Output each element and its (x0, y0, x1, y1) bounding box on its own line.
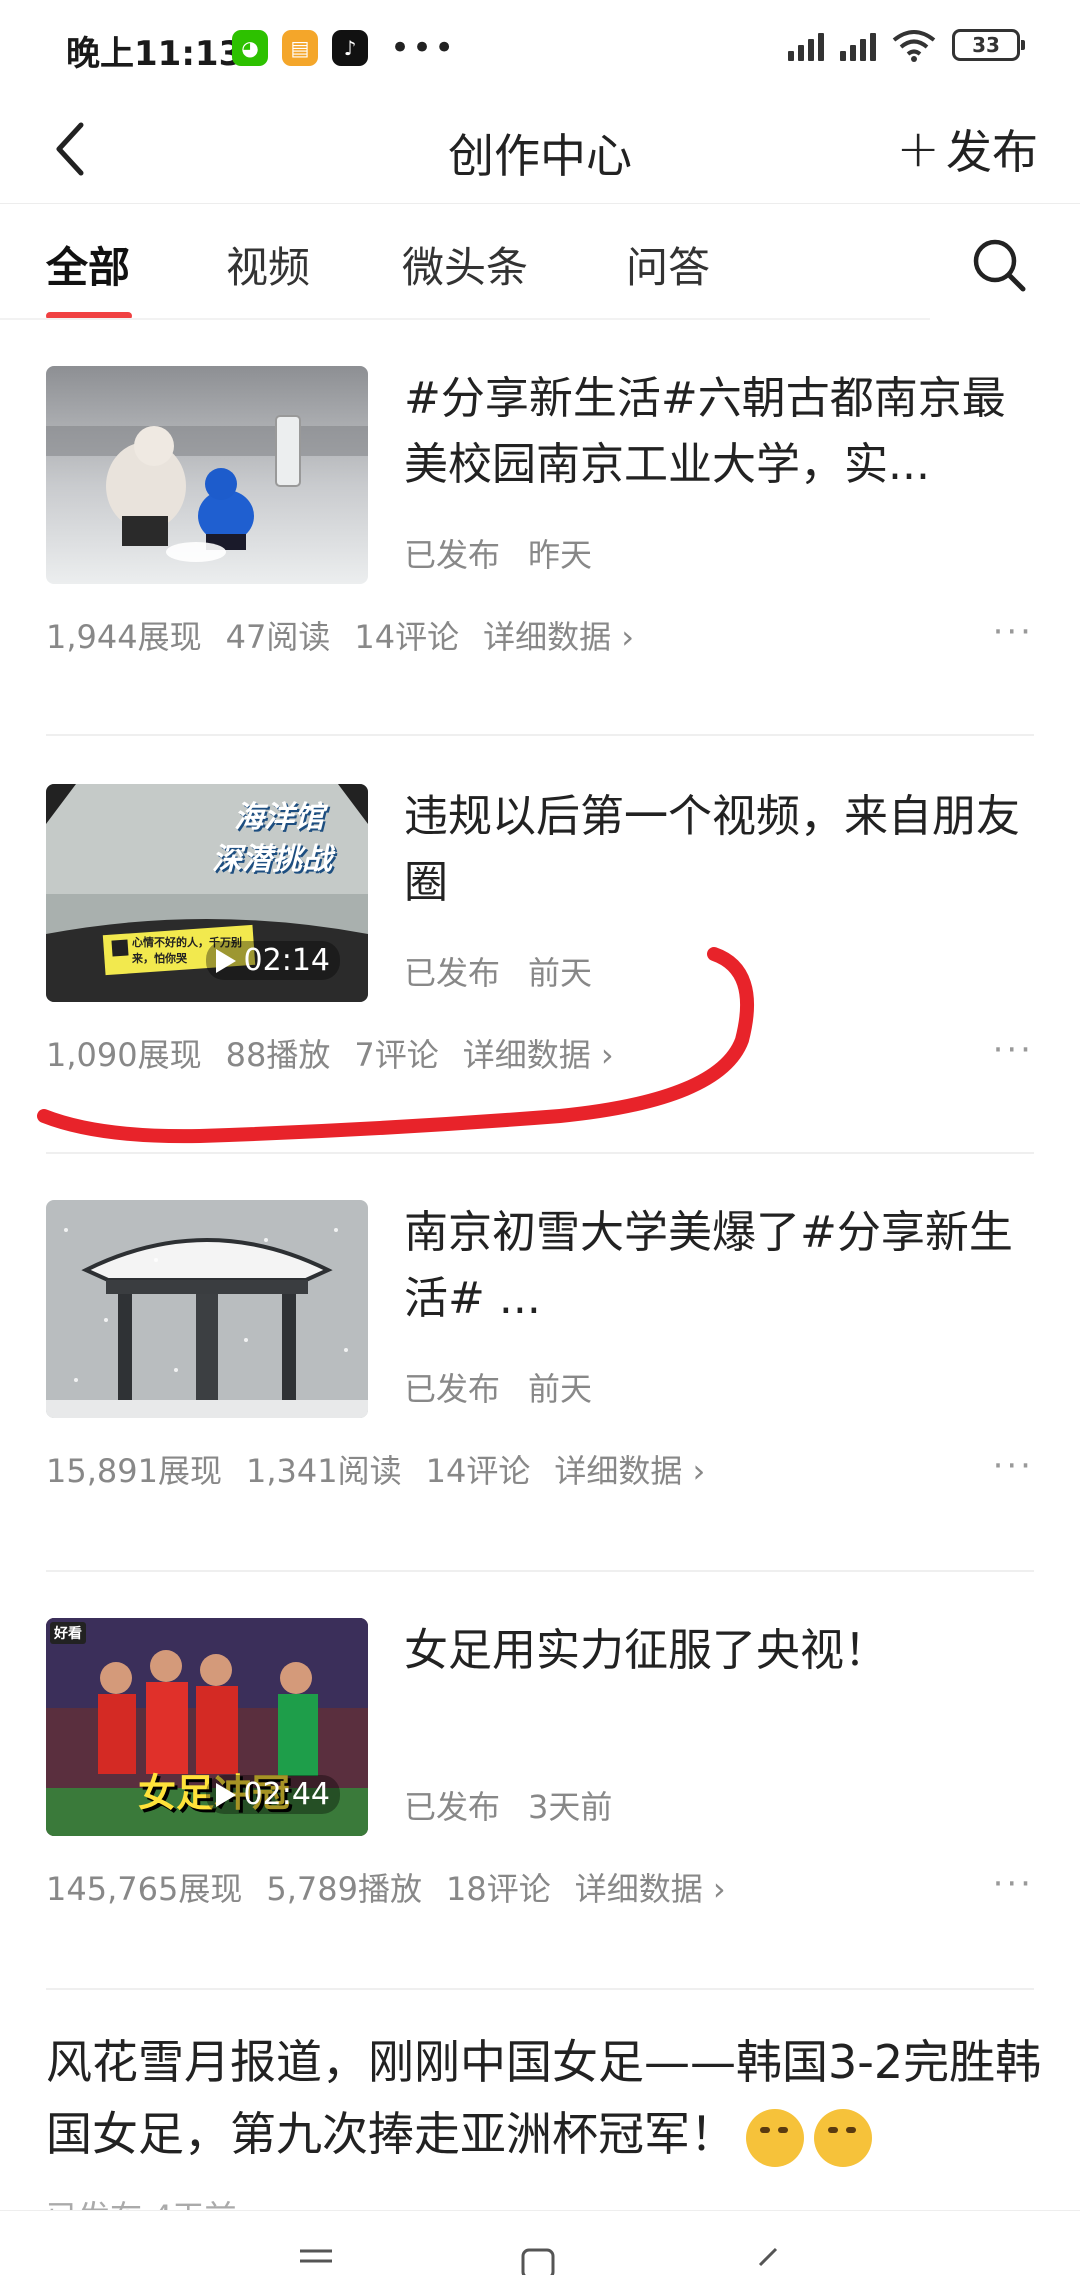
search-button[interactable] (966, 232, 1032, 298)
stat-impressions: 145,765展现 (46, 1870, 243, 1908)
tabs-divider (0, 318, 930, 320)
thumbnail-snow-pavilion[interactable] (46, 1200, 368, 1418)
tab-video[interactable]: 视频 (226, 234, 310, 295)
tab-qa[interactable]: 问答 (626, 234, 710, 295)
stat-comments: 14评论 (354, 618, 460, 656)
item-meta: 已发布 3天前 (404, 1782, 612, 1828)
publish-button[interactable]: + 发布 (896, 116, 1038, 182)
more-options-button[interactable]: ··· (993, 1864, 1034, 1904)
battery-icon: 33 (952, 29, 1025, 61)
status-right: 33 (788, 28, 1025, 62)
detail-data-link[interactable]: 详细数据 › (575, 1870, 726, 1908)
stat-comments: 14评论 (425, 1452, 531, 1490)
item-title[interactable]: #分享新生活#六朝古都南京最美校园南京工业大学，实... (404, 366, 1034, 498)
item-meta: 已发布 昨天 (404, 530, 592, 576)
system-navigation-bar (0, 2210, 1080, 2275)
more-options-button[interactable]: ··· (993, 1446, 1034, 1486)
signal-hd-icon (840, 29, 876, 61)
thinking-emoji-icon (746, 2108, 804, 2167)
stat-comments: 18评论 (445, 1870, 551, 1908)
thumb-overlay-line1: 海洋馆 (234, 800, 324, 835)
item-title[interactable]: 南京初雪大学美爆了#分享新生活# ... (404, 1200, 1034, 1332)
item-divider (46, 1152, 1034, 1154)
content-item-5[interactable]: 风花雪月报道，刚刚中国女足——韩国3-2完胜韩国女足，第九次捧走亚洲杯冠军！ (46, 2026, 1046, 2170)
item-divider (46, 1570, 1034, 1572)
stat-reads: 47阅读 (225, 618, 331, 656)
detail-data-link[interactable]: 详细数据 › (554, 1452, 705, 1490)
item-meta: 已发布 前天 (404, 1364, 592, 1410)
video-duration-badge: 02:44 (205, 1775, 340, 1814)
item-divider (46, 1988, 1034, 1990)
search-icon (973, 239, 1026, 292)
item-title[interactable]: 女足用实力征服了央视！ (404, 1618, 1034, 1684)
home-icon[interactable] (520, 2247, 556, 2275)
publish-status: 已发布 (404, 1788, 501, 1826)
stat-impressions: 1,944展现 (46, 618, 202, 656)
channel-logo: 好看 (50, 1622, 86, 1644)
video-duration: 02:44 (243, 1777, 330, 1812)
item-title[interactable]: 违规以后第一个视频，来自朋友圈 (404, 784, 1034, 916)
menu-icon[interactable] (298, 2247, 334, 2271)
publish-status: 已发布 (404, 1370, 501, 1408)
signal-icon (788, 29, 824, 61)
thinking-emoji-icon (814, 2108, 872, 2167)
tab-bar: 全部 视频 微头条 问答 (0, 204, 1080, 324)
stat-reads: 1,341阅读 (245, 1452, 402, 1490)
item-stats: 15,891展现 1,341阅读 14评论 详细数据 › (46, 1446, 729, 1492)
content-item-3[interactable]: 南京初雪大学美爆了#分享新生活# ... 已发布 前天 15,891展现 1,341… (46, 1200, 1034, 1500)
tab-all[interactable]: 全部 (46, 234, 130, 295)
red-annotation-stroke (37, 947, 755, 1144)
publish-time: 前天 (528, 1370, 593, 1408)
stat-plays: 5,789播放 (266, 1870, 422, 1908)
back-nav-icon[interactable] (752, 2247, 782, 2275)
plus-icon: + (896, 119, 940, 179)
tiktok-icon: ♪ (332, 30, 368, 66)
publish-time: 昨天 (528, 536, 593, 574)
item-stats: 145,765展现 5,789播放 18评论 详细数据 › (46, 1864, 750, 1910)
publish-status: 已发布 (404, 536, 501, 574)
content-item-4[interactable]: 好看 女足冲冠 02:44 女足用实力征服了央视！ 已发布 3天前 145,765… (46, 1618, 1034, 1918)
content-item-1[interactable]: #分享新生活#六朝古都南京最美校园南京工业大学，实... 已发布 昨天 1,944… (46, 366, 1034, 666)
more-options-button[interactable]: ··· (993, 1030, 1034, 1070)
play-icon (215, 1782, 236, 1807)
item-title[interactable]: 风花雪月报道，刚刚中国女足——韩国3-2完胜韩国女足，第九次捧走亚洲杯冠军！ (46, 2035, 1041, 2161)
thumb-overlay-line2: 深潜挑战 (212, 842, 332, 877)
more-notifications-icon: ••• (390, 28, 457, 68)
publish-label: 发布 (946, 125, 1038, 179)
stat-impressions: 15,891展现 (46, 1452, 222, 1490)
item-divider (46, 734, 1034, 736)
wechat-icon: ◕ (232, 30, 268, 66)
more-options-button[interactable]: ··· (993, 612, 1034, 652)
thumbnail-snow-playground[interactable] (46, 366, 368, 584)
status-time: 晚上11:13 (66, 34, 243, 74)
status-notification-icons: ◕ ▤ ♪ ••• (232, 30, 456, 66)
notes-app-icon: ▤ (282, 30, 318, 66)
status-bar: 晚上11:13 ◕ ▤ ♪ ••• 33 (0, 0, 1080, 96)
detail-data-link[interactable]: 详细数据 › (483, 618, 634, 656)
tab-micro-headline[interactable]: 微头条 (402, 234, 528, 295)
thumbnail-womens-football-video[interactable]: 好看 女足冲冠 02:44 (46, 1618, 368, 1836)
wifi-icon (892, 30, 936, 62)
publish-time: 3天前 (528, 1788, 613, 1826)
item-stats: 1,944展现 47阅读 14评论 详细数据 › (46, 612, 658, 658)
app-header: 创作中心 + 发布 (0, 96, 1080, 204)
